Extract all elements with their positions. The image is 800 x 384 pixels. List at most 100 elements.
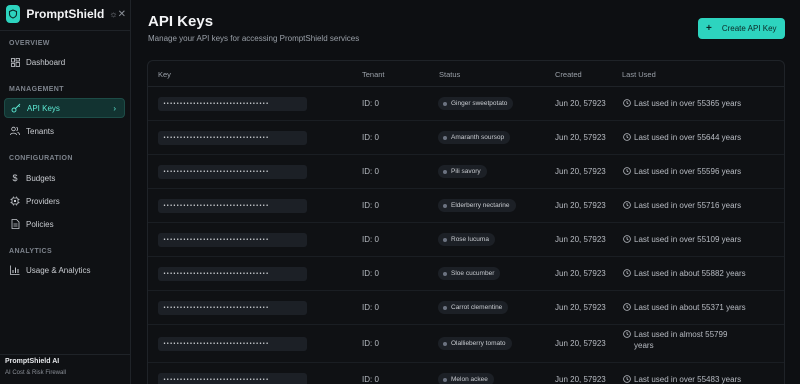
api-key-value[interactable]: ••••••••••••••••••••••••••••••••: [158, 373, 307, 384]
column-header-tenant: Tenant: [362, 70, 385, 79]
status-badge: Ginger sweetpotato: [438, 97, 514, 110]
api-key-value[interactable]: ••••••••••••••••••••••••••••••••: [158, 165, 307, 179]
tenant-id: ID: 0: [362, 235, 379, 244]
last-used-text: Last used in almost 55799 years: [634, 330, 728, 350]
table-row[interactable]: •••••••••••••••••••••••••••••••• ID: 0 Ola…: [148, 325, 784, 363]
table-row[interactable]: •••••••••••••••••••••••••••••••• ID: 0 Mel…: [148, 363, 784, 384]
sidebar-item-budgets[interactable]: $ Budgets: [4, 168, 125, 188]
table-row[interactable]: •••••••••••••••••••••••••••••••• ID: 0 Slo…: [148, 257, 784, 291]
last-used-text: Last used in over 55716 years: [634, 201, 742, 210]
tenant-id: ID: 0: [362, 133, 379, 142]
api-key-value[interactable]: ••••••••••••••••••••••••••••••••: [158, 301, 307, 315]
created-date: Jun 20, 57923: [555, 99, 606, 108]
status-dot-icon: [443, 305, 447, 310]
last-used: Last used in about 55371 years: [623, 302, 748, 313]
column-header-status: Status: [439, 70, 461, 79]
sidebar-item-label: Policies: [26, 219, 54, 229]
last-used-text: Last used in over 55365 years: [634, 99, 742, 108]
close-sidebar-icon[interactable]: ✕: [118, 9, 126, 20]
last-used-text: Last used in over 55109 years: [634, 235, 742, 244]
page-title: API Keys: [148, 13, 214, 30]
last-used: Last used in over 55365 years: [623, 98, 748, 109]
status-dot-icon: [443, 135, 447, 140]
status-dot-icon: [443, 271, 447, 276]
sidebar-item-api-keys[interactable]: API Keys ›: [4, 98, 125, 118]
clock-icon: [623, 133, 631, 141]
document-icon: [10, 219, 20, 229]
last-used: Last used in over 55483 years: [623, 374, 748, 384]
column-header-key: Key: [158, 70, 171, 79]
created-date: Jun 20, 57923: [555, 339, 606, 348]
key-icon: [11, 103, 21, 113]
status-label: Pili savory: [451, 168, 481, 175]
created-date: Jun 20, 57923: [555, 235, 606, 244]
table-row[interactable]: •••••••••••••••••••••••••••••••• ID: 0 Ros…: [148, 223, 784, 257]
status-label: Elderberry nectarine: [451, 202, 510, 209]
sidebar-item-dashboard[interactable]: Dashboard: [4, 52, 125, 72]
clock-icon: [623, 330, 631, 338]
api-key-value[interactable]: ••••••••••••••••••••••••••••••••: [158, 233, 307, 247]
chip-icon: [10, 196, 20, 206]
sidebar-item-label: Dashboard: [26, 57, 66, 67]
status-badge: Sloe cucumber: [438, 267, 501, 280]
last-used: Last used in over 55109 years: [623, 234, 748, 245]
divider: [0, 30, 131, 31]
clock-icon: [623, 303, 631, 311]
status-dot-icon: [443, 169, 447, 174]
last-used: Last used in over 55596 years: [623, 166, 748, 177]
table-row[interactable]: •••••••••••••••••••••••••••••••• ID: 0 Ama…: [148, 121, 784, 155]
last-used: Last used in about 55882 years: [623, 268, 748, 279]
api-key-value[interactable]: ••••••••••••••••••••••••••••••••: [158, 337, 307, 351]
dollar-icon: $: [12, 173, 18, 183]
column-header-last-used: Last Used: [622, 70, 656, 79]
api-key-value[interactable]: ••••••••••••••••••••••••••••••••: [158, 97, 307, 111]
table-row[interactable]: •••••••••••••••••••••••••••••••• ID: 0 Pil…: [148, 155, 784, 189]
chevron-right-icon: ›: [113, 103, 116, 113]
brand: PromptShield ☼ ✕: [6, 4, 126, 24]
status-badge: Rose lucuma: [438, 233, 495, 246]
status-label: Olallieberry tomato: [451, 340, 506, 347]
page-subtitle: Manage your API keys for accessing Promp…: [148, 34, 360, 43]
sidebar-item-usage-analytics[interactable]: Usage & Analytics: [4, 260, 125, 280]
last-used: Last used in over 55716 years: [623, 200, 748, 211]
sidebar-item-label: Budgets: [26, 173, 56, 183]
status-badge: Melon ackee: [438, 373, 494, 384]
last-used-text: Last used in over 55596 years: [634, 167, 742, 176]
sidebar-item-tenants[interactable]: Tenants: [4, 121, 125, 141]
clock-icon: [623, 99, 631, 107]
status-label: Sloe cucumber: [451, 270, 495, 277]
brand-name: PromptShield: [26, 7, 105, 21]
clock-icon: [623, 235, 631, 243]
last-used-text: Last used in over 55644 years: [634, 133, 742, 142]
status-dot-icon: [443, 237, 447, 242]
created-date: Jun 20, 57923: [555, 269, 606, 278]
sidebar-item-label: Tenants: [26, 126, 55, 136]
status-dot-icon: [443, 203, 447, 208]
table-row[interactable]: •••••••••••••••••••••••••••••••• ID: 0 Car…: [148, 291, 784, 325]
sidebar-item-policies[interactable]: Policies: [4, 214, 125, 234]
status-label: Amaranth soursop: [451, 134, 505, 141]
section-configuration: CONFIGURATION: [9, 155, 73, 162]
sidebar-item-providers[interactable]: Providers: [4, 191, 125, 211]
create-api-key-button[interactable]: + Create API Key: [698, 18, 785, 39]
api-keys-table: Key Tenant Status Created Last Used ••••…: [147, 60, 785, 384]
status-badge: Carrot clementine: [438, 301, 509, 314]
table-row[interactable]: •••••••••••••••••••••••••••••••• ID: 0 Gin…: [148, 87, 784, 121]
section-analytics: ANALYTICS: [9, 248, 53, 255]
sidebar-item-label: Providers: [26, 196, 60, 206]
status-label: Ginger sweetpotato: [451, 100, 508, 107]
theme-toggle-icon[interactable]: ☼: [109, 9, 117, 19]
table-row[interactable]: •••••••••••••••••••••••••••••••• ID: 0 Eld…: [148, 189, 784, 223]
plus-icon: +: [706, 23, 712, 34]
tenant-id: ID: 0: [362, 269, 379, 278]
api-key-value[interactable]: ••••••••••••••••••••••••••••••••: [158, 267, 307, 281]
created-date: Jun 20, 57923: [555, 201, 606, 210]
status-badge: Pili savory: [438, 165, 487, 178]
created-date: Jun 20, 57923: [555, 167, 606, 176]
sidebar-item-label: Usage & Analytics: [26, 265, 91, 275]
column-header-created: Created: [555, 70, 582, 79]
api-key-value[interactable]: ••••••••••••••••••••••••••••••••: [158, 199, 307, 213]
dashboard-icon: [10, 57, 20, 67]
api-key-value[interactable]: ••••••••••••••••••••••••••••••••: [158, 131, 307, 145]
sidebar-item-label: API Keys: [27, 103, 60, 113]
